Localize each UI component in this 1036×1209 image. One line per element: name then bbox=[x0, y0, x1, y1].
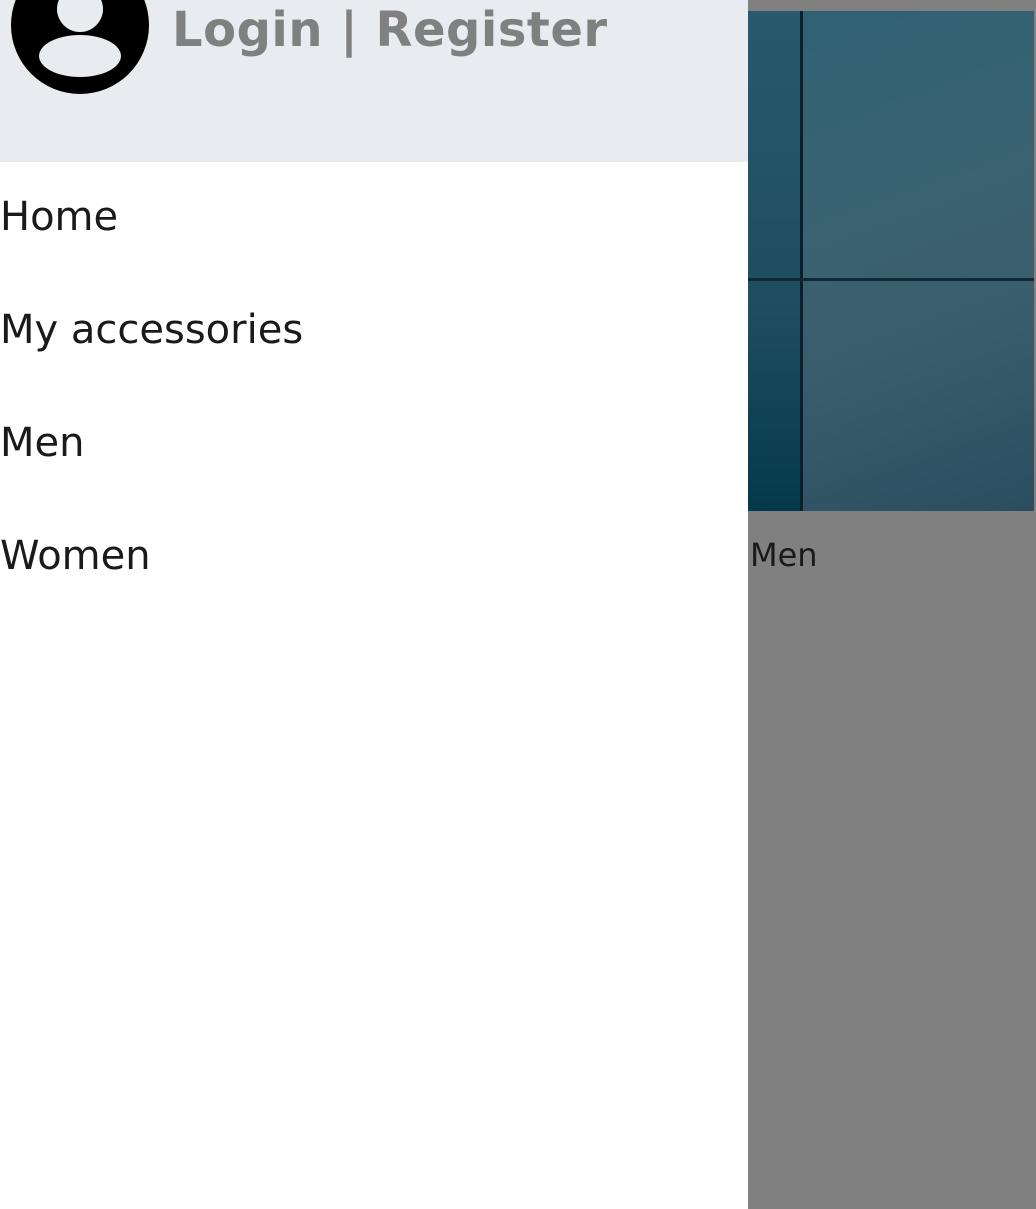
account-circle-icon[interactable] bbox=[11, 0, 149, 94]
navigation-drawer: Login | Register Home My accessories Men… bbox=[0, 0, 748, 1209]
scrim-top[interactable] bbox=[748, 0, 1036, 11]
scrim-overlay[interactable]: Men bbox=[748, 511, 1036, 1209]
menu-item-women[interactable]: Women bbox=[0, 501, 748, 614]
menu-item-my-accessories[interactable]: My accessories bbox=[0, 275, 748, 388]
menu-item-men[interactable]: Men bbox=[0, 388, 748, 501]
login-register-link[interactable]: Login | Register bbox=[172, 2, 608, 58]
drawer-header: Login | Register bbox=[0, 0, 748, 162]
category-card-caption: Men bbox=[750, 536, 818, 574]
menu-item-home[interactable]: Home bbox=[0, 162, 748, 275]
drawer-menu: Home My accessories Men Women bbox=[0, 162, 748, 614]
app-screen: Men Login | Register Home My accessories… bbox=[0, 0, 1036, 1209]
category-card-image bbox=[748, 11, 1034, 511]
